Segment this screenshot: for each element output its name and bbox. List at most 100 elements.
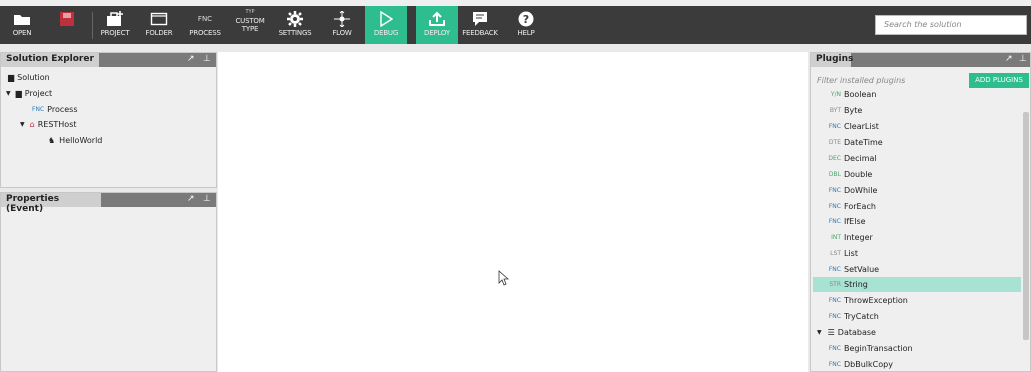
plugin-tag: Y/N (830, 91, 841, 98)
settings-button[interactable]: SETTINGS (272, 6, 318, 44)
custom-type-label-line2: TYPE (241, 25, 259, 33)
plugin-item-setvalue[interactable]: FNC SetValue (813, 262, 1021, 277)
plugin-item-decimal[interactable]: DEC Decimal (813, 151, 1021, 166)
add-plugins-button[interactable]: ADD PLUGINS (969, 73, 1029, 88)
tree-item-resthost[interactable]: ▼ ⌂ RESTHost (20, 120, 77, 129)
process-button[interactable]: FNC PROCESS (185, 6, 225, 44)
process-label: PROCESS (189, 29, 221, 37)
tree-item-label: HelloWorld (59, 136, 103, 145)
rest-host-icon: ⌂ (29, 120, 35, 129)
plugin-label: BeginTransaction (844, 344, 913, 353)
plugin-tag: STR (829, 281, 841, 288)
plugin-label: Database (837, 328, 876, 337)
pin-icon[interactable]: ⊥ (1019, 54, 1027, 64)
plugin-item-double[interactable]: DBL Double (813, 167, 1021, 182)
plugin-group-database[interactable]: ▼ ☰ Database (813, 325, 1021, 340)
tree-item-solution[interactable]: ▆ Solution (8, 73, 50, 82)
folder-icon (150, 9, 168, 29)
briefcase-plus-icon (106, 9, 124, 29)
custom-type-button[interactable]: TYP CUSTOM TYPE (230, 6, 270, 44)
open-button[interactable]: OPEN (4, 6, 40, 44)
flow-icon (333, 9, 351, 29)
chat-bubble-icon (472, 9, 488, 29)
plugin-label: ForEach (844, 202, 876, 211)
plugin-label: Decimal (844, 154, 877, 163)
plugin-tag: FNC (828, 297, 841, 304)
plugin-label: ThrowException (844, 296, 908, 305)
plugin-item-clearlist[interactable]: FNC ClearList (813, 119, 1021, 134)
tree-item-process[interactable]: FNC Process (32, 105, 78, 114)
plugin-label: Boolean (844, 90, 877, 99)
search-input[interactable]: Search the solution (875, 15, 1027, 35)
collapse-arrow-icon: ▼ (817, 329, 822, 336)
feedback-label: FEEDBACK (462, 29, 498, 37)
debug-button[interactable]: DEBUG (365, 6, 407, 44)
plugin-item-datetime[interactable]: DTE DateTime (813, 135, 1021, 150)
plugin-filter-input[interactable]: Filter installed plugins (817, 76, 905, 85)
upload-icon (428, 9, 446, 29)
deploy-button[interactable]: DEPLOY (416, 6, 458, 44)
design-canvas[interactable] (218, 52, 808, 372)
properties-title: Properties (Event) (1, 193, 101, 214)
plugin-tag: FNC (828, 313, 841, 320)
debug-label: DEBUG (373, 29, 399, 37)
plugin-item-boolean[interactable]: Y/N Boolean (813, 87, 1021, 102)
plugin-item-dowhile[interactable]: FNC DoWhile (813, 183, 1021, 198)
tree-item-project[interactable]: ▼ ▆ Project (6, 89, 52, 98)
plugin-label: ClearList (844, 122, 879, 131)
plugins-title: Plugins (811, 53, 853, 67)
plugin-label: String (844, 280, 868, 289)
toolbar-separator (92, 12, 93, 39)
hello-world-icon: ♞ (48, 136, 56, 145)
project-button[interactable]: PROJECT (96, 6, 134, 44)
plugin-tag: BYT (829, 107, 841, 114)
pin-icon[interactable]: ⊥ (203, 194, 211, 204)
solution-icon: ▆ (8, 73, 15, 82)
expand-icon[interactable]: ↗ (187, 54, 195, 64)
plugin-item-foreach[interactable]: FNC ForEach (813, 199, 1021, 214)
plugin-tag: FNC (828, 361, 841, 368)
expand-icon[interactable]: ↗ (1005, 54, 1013, 64)
plugin-item-ifelse[interactable]: FNC IfElse (813, 214, 1021, 229)
tree-item-label: Solution (17, 73, 50, 82)
plugin-item-list[interactable]: LST List (813, 246, 1021, 261)
help-button[interactable]: ? HELP (510, 6, 542, 44)
expand-icon[interactable]: ↗ (187, 194, 195, 204)
plugin-tag: INT (831, 234, 841, 241)
tree-item-label: RESTHost (37, 120, 77, 129)
svg-text:?: ? (523, 13, 529, 26)
plugin-label: DoWhile (844, 186, 878, 195)
plugin-label: TryCatch (844, 312, 879, 321)
open-label: OPEN (12, 29, 32, 37)
folder-button[interactable]: FOLDER (141, 6, 177, 44)
flow-button[interactable]: FLOW (324, 6, 360, 44)
plugin-tag: FNC (828, 187, 841, 194)
plugin-item-dbbulkcopy[interactable]: FNC DbBulkCopy (813, 357, 1021, 372)
folder-label: FOLDER (145, 29, 173, 37)
save-button[interactable] (52, 6, 82, 44)
plugin-label: DbBulkCopy (844, 360, 893, 369)
process-tag-icon: FNC (197, 15, 213, 23)
plugins-scrollbar[interactable] (1023, 112, 1029, 340)
feedback-button[interactable]: FEEDBACK (459, 6, 501, 44)
plugin-label: DateTime (844, 138, 883, 147)
plugin-label: SetValue (844, 265, 880, 274)
collapse-arrow-icon: ▼ (20, 121, 25, 128)
plugin-tag: FNC (828, 123, 841, 130)
plugin-tag: FNC (828, 345, 841, 352)
main-toolbar: OPEN PROJECT FOLDER FNC PROCESS TYP CUST… (0, 6, 1031, 44)
solution-explorer-title: Solution Explorer (1, 53, 99, 67)
plugin-item-trycatch[interactable]: FNC TryCatch (813, 309, 1021, 324)
tree-item-helloworld[interactable]: ♞ HelloWorld (48, 136, 102, 145)
save-icon (59, 9, 75, 29)
plugin-item-byte[interactable]: BYT Byte (813, 103, 1021, 118)
plugin-item-begintransaction[interactable]: FNC BeginTransaction (813, 341, 1021, 356)
plugin-tag: FNC (828, 266, 841, 273)
plugin-tag: FNC (828, 218, 841, 225)
plugin-item-string[interactable]: STR String (813, 277, 1021, 292)
tree-item-label: Project (24, 89, 53, 98)
pin-icon[interactable]: ⊥ (203, 54, 211, 64)
mouse-cursor-icon (498, 270, 510, 286)
plugin-item-throwexception[interactable]: FNC ThrowException (813, 293, 1021, 308)
plugin-item-integer[interactable]: INT Integer (813, 230, 1021, 245)
